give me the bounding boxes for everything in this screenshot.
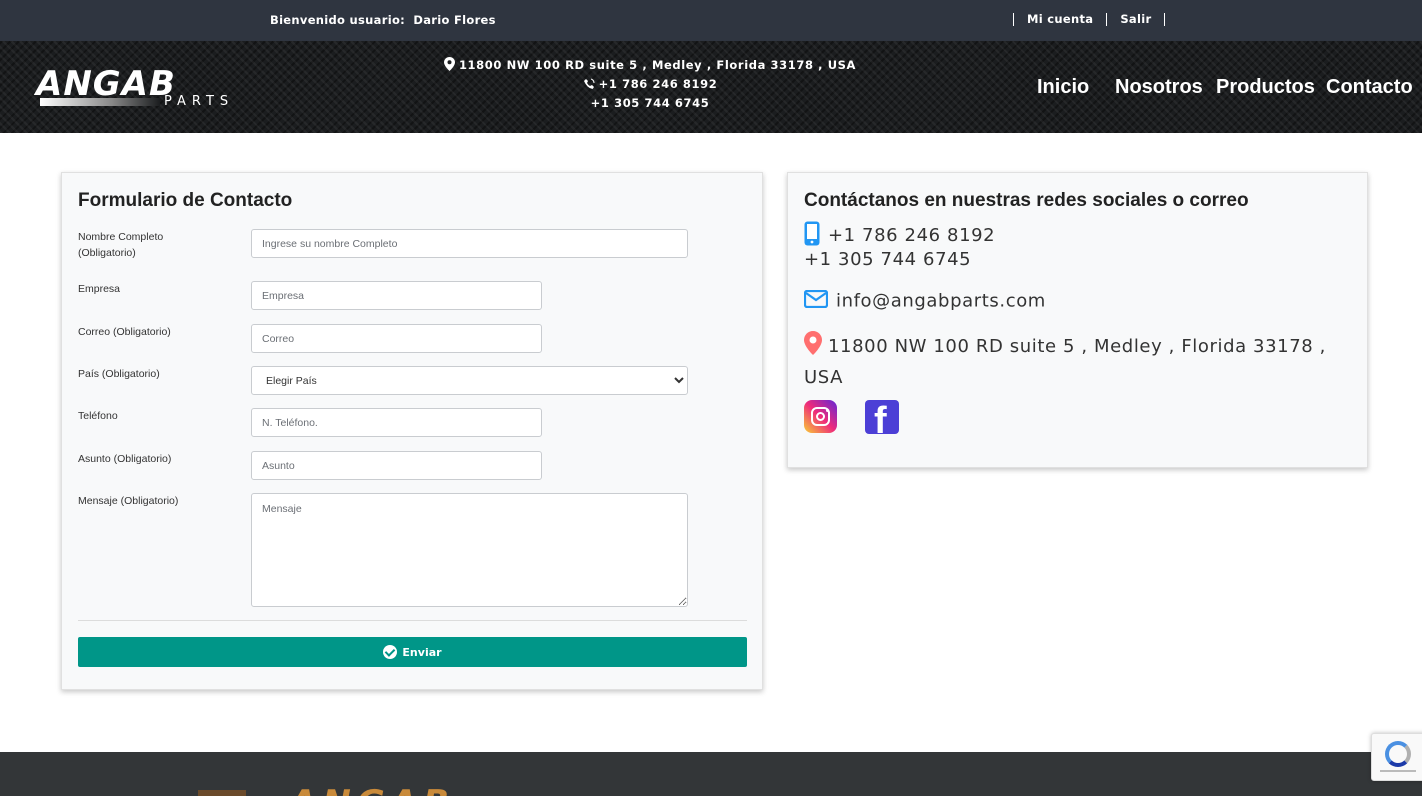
social-email[interactable]: info@angabparts.com xyxy=(836,291,1046,312)
recaptcha-links xyxy=(1380,770,1416,772)
subject-input[interactable] xyxy=(251,451,542,480)
header-address-row: 11800 NW 100 RD suite 5 , Medley , Flori… xyxy=(430,57,870,76)
header-phone-1: +1 786 246 8192 xyxy=(598,77,718,91)
divider xyxy=(1164,12,1166,26)
recaptcha-icon xyxy=(1385,741,1411,767)
nav-nosotros[interactable]: Nosotros xyxy=(1115,76,1203,99)
welcome-label: Bienvenido usuario: xyxy=(270,13,406,27)
name-input[interactable] xyxy=(251,229,688,258)
social-phone-1: +1 786 246 8192 xyxy=(828,225,996,246)
account-links: Mi cuenta Salir xyxy=(1013,12,1166,26)
logo-stripe xyxy=(40,98,160,106)
site-footer: ANGAB xyxy=(0,752,1422,796)
name-label: Nombre Completo (Obligatorio) xyxy=(78,231,164,259)
message-textarea[interactable] xyxy=(251,493,688,607)
email-input[interactable] xyxy=(251,324,542,353)
header-phone-2: +1 305 744 6745 xyxy=(590,96,710,110)
nav-contacto[interactable]: Contacto xyxy=(1326,76,1413,99)
phone-ring-icon xyxy=(583,78,595,95)
mobile-phone-icon xyxy=(804,221,820,251)
company-label: Empresa xyxy=(78,283,121,295)
form-title: Formulario de Contacto xyxy=(78,190,293,211)
logo-text: ANGAB xyxy=(36,64,176,104)
my-account-link[interactable]: Mi cuenta xyxy=(1014,12,1106,26)
nav-productos[interactable]: Productos xyxy=(1216,76,1315,99)
map-pin-icon xyxy=(443,57,455,76)
header-address: 11800 NW 100 RD suite 5 , Medley , Flori… xyxy=(458,58,857,72)
country-select[interactable]: Elegir País xyxy=(251,366,688,395)
nav-inicio[interactable]: Inicio xyxy=(1037,76,1089,99)
header-contact-info: 11800 NW 100 RD suite 5 , Medley , Flori… xyxy=(430,57,870,112)
company-input[interactable] xyxy=(251,281,542,310)
country-label: País (Obligatorio) xyxy=(78,368,160,380)
email-label: Correo (Obligatorio) xyxy=(78,326,171,338)
message-label: Mensaje (Obligatorio) xyxy=(78,495,179,507)
social-phone-2: +1 305 744 6745 xyxy=(804,249,972,270)
send-button[interactable]: Enviar xyxy=(78,637,747,667)
address-row: 11800 NW 100 RD suite 5 , Medley , Flori… xyxy=(804,331,1344,392)
logout-link[interactable]: Salir xyxy=(1107,12,1164,26)
form-divider xyxy=(78,620,747,621)
header-phone-row: +1 786 246 8192 xyxy=(430,76,870,95)
angab-logo[interactable]: ANGAB PARTS xyxy=(36,64,228,111)
site-header: ANGAB PARTS 11800 NW 100 RD suite 5 , Me… xyxy=(0,41,1422,133)
user-name: Dario Flores xyxy=(413,13,496,27)
subject-label: Asunto (Obligatorio) xyxy=(78,453,172,465)
phone-row: +1 786 246 8192 xyxy=(804,221,995,251)
location-pin-icon xyxy=(804,331,822,364)
send-button-label: Enviar xyxy=(402,645,442,659)
footer-decoration xyxy=(198,790,246,796)
top-bar: Bienvenido usuario: Dario Flores Mi cuen… xyxy=(0,0,1422,41)
recaptcha-badge[interactable] xyxy=(1371,733,1422,781)
social-icons: f xyxy=(804,400,899,434)
phone-input[interactable] xyxy=(251,408,542,437)
social-title: Contáctanos en nuestras redes sociales o… xyxy=(804,190,1249,211)
phone-label: Teléfono xyxy=(78,410,118,422)
envelope-icon xyxy=(803,289,829,313)
email-row: info@angabparts.com xyxy=(803,289,1046,313)
social-address: 11800 NW 100 RD suite 5 , Medley , Flori… xyxy=(804,336,1326,388)
footer-logo: ANGAB xyxy=(290,786,455,796)
logo-subtext: PARTS xyxy=(164,94,235,109)
facebook-icon[interactable]: f xyxy=(865,400,899,434)
contact-form-card: Formulario de Contacto Nombre Completo (… xyxy=(61,172,763,690)
check-circle-icon xyxy=(383,645,398,659)
social-contact-card: Contáctanos en nuestras redes sociales o… xyxy=(787,172,1368,468)
instagram-icon[interactable] xyxy=(804,400,837,433)
welcome-message: Bienvenido usuario: Dario Flores xyxy=(270,13,496,27)
